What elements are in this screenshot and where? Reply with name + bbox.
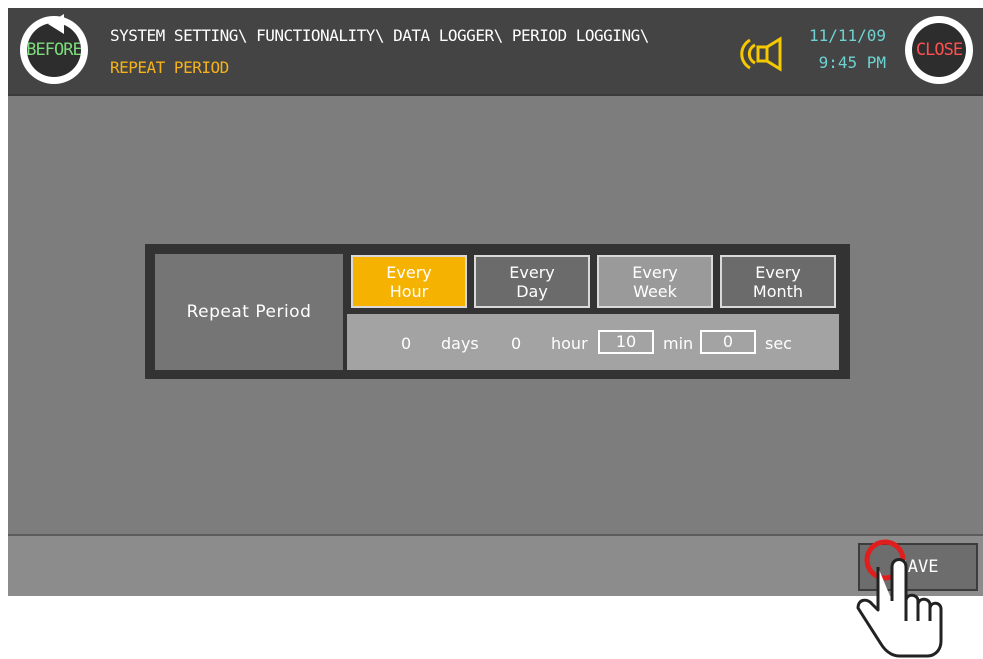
every-day-line2: Day <box>516 281 548 301</box>
hour-value: 0 <box>511 334 522 353</box>
hour-unit: hour <box>551 334 588 353</box>
every-week-line2: Week <box>633 281 677 301</box>
repeat-period-label: Repeat Period <box>155 254 343 370</box>
sec-input[interactable]: 0 <box>700 330 756 354</box>
header-bar: BEFORE SYSTEM SETTING\ FUNCTIONALITY\ DA… <box>8 8 983 96</box>
before-button[interactable]: BEFORE <box>20 14 88 84</box>
repeat-period-panel: Repeat Period Every Hour Every Day Every We… <box>145 244 850 379</box>
close-label: CLOSE <box>912 23 966 77</box>
every-day-line1: Every <box>509 262 555 282</box>
hmi-screen: BEFORE SYSTEM SETTING\ FUNCTIONALITY\ DA… <box>8 8 983 596</box>
pointing-hand-icon <box>856 539 943 658</box>
speaker-sound-icon[interactable] <box>736 34 786 74</box>
date-display: 11/11/09 <box>808 26 886 45</box>
every-hour-line2: Hour <box>389 281 429 301</box>
every-week-line1: Every <box>632 262 678 282</box>
close-button[interactable]: CLOSE <box>905 16 973 84</box>
breadcrumb: SYSTEM SETTING\ FUNCTIONALITY\ DATA LOGG… <box>110 26 649 45</box>
min-input[interactable]: 10 <box>598 330 654 354</box>
every-month-line2: Month <box>752 281 804 301</box>
every-month-line1: Every <box>755 262 801 282</box>
every-hour-button[interactable]: Every Hour <box>351 255 467 308</box>
sec-unit: sec <box>765 334 792 353</box>
footer-bar: SAVE <box>8 534 983 596</box>
every-week-button[interactable]: Every Week <box>597 255 713 308</box>
days-value: 0 <box>401 334 412 353</box>
time-display: 9:45 PM <box>818 53 886 72</box>
page-title: REPEAT PERIOD <box>110 58 229 77</box>
min-unit: min <box>663 334 694 353</box>
back-arrow-icon <box>48 14 64 34</box>
period-time-row: 0 days 0 hour 10 min 0 sec <box>347 314 839 370</box>
every-month-button[interactable]: Every Month <box>720 255 836 308</box>
days-unit: days <box>441 334 479 353</box>
every-hour-line1: Every <box>386 262 432 282</box>
every-day-button[interactable]: Every Day <box>474 255 590 308</box>
